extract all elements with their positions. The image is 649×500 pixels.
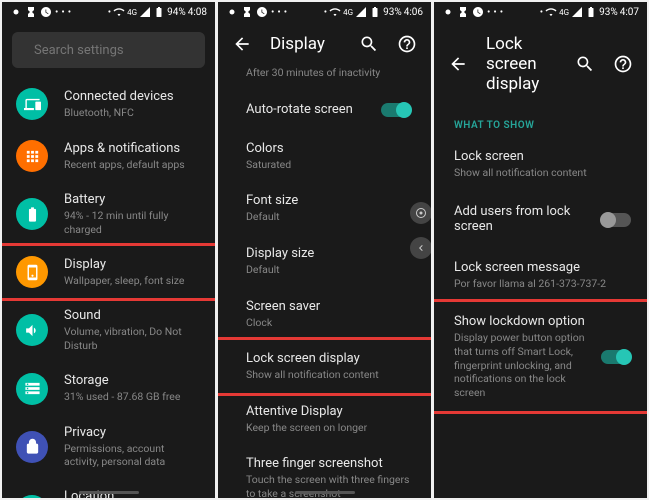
settings-item-sound[interactable]: Sound Volume, vibration, Do Not Disturb — [2, 298, 215, 362]
item-title: Lock screen message — [454, 260, 631, 275]
search-icon[interactable] — [575, 54, 595, 74]
display-item[interactable]: Auto-rotate screen — [218, 91, 431, 130]
item-sub: Show all notification content — [454, 166, 631, 180]
wifi-icon — [113, 6, 125, 18]
lockscreen-item[interactable]: Add users from lock screen — [434, 192, 647, 248]
display-icon — [16, 256, 48, 288]
item-title: Apps & notifications — [64, 141, 201, 156]
item-sub: Default — [246, 263, 411, 277]
sound-icon — [16, 314, 48, 346]
status-bar: ••• • 4G 94% 4:08 — [2, 2, 215, 22]
settings-item-display[interactable]: Display Wallpaper, sleep, font size — [2, 243, 215, 301]
item-sub: 31% used - 87.68 GB free — [64, 390, 201, 404]
section-header: WHAT TO SHOW — [434, 106, 647, 137]
page-title: Display — [270, 34, 341, 54]
scroll-indicator — [79, 491, 139, 494]
item-title: Storage — [64, 373, 201, 388]
apps-icon — [16, 140, 48, 172]
lockscreen-list: Lock screen Show all notification content… — [434, 137, 647, 498]
item-title: Battery — [64, 192, 201, 207]
item-title: Colors — [246, 141, 411, 156]
lockscreen-item[interactable]: Show lockdown option Display power button… — [434, 299, 647, 414]
battery-icon — [16, 198, 48, 230]
display-item[interactable]: Display size Default — [218, 235, 431, 288]
scroll-indicator — [295, 491, 355, 494]
location-icon — [16, 495, 48, 498]
edge-chevron-icon[interactable] — [410, 237, 431, 259]
item-sub: Bluetooth, NFC — [64, 106, 201, 120]
item-title: Connected devices — [64, 89, 201, 104]
settings-item-battery[interactable]: Battery 94% - 12 min until fully charged — [2, 182, 215, 246]
settings-item-apps[interactable]: Apps & notifications Recent apps, default… — [2, 130, 215, 182]
item-sub: After 30 minutes of inactivity — [246, 66, 411, 80]
item-title: Add users from lock screen — [454, 204, 585, 234]
item-sub: Default — [246, 210, 411, 224]
item-sub: Por favor llama al 261-373-737-2 — [454, 277, 631, 291]
back-icon[interactable] — [232, 34, 252, 54]
toggle-switch[interactable] — [601, 213, 631, 227]
back-icon[interactable] — [448, 54, 468, 74]
battery-icon — [153, 6, 165, 18]
status-bar: ••• • 4G 93% 4:06 — [218, 2, 431, 22]
privacy-icon — [16, 431, 48, 463]
search-bar[interactable] — [12, 32, 205, 68]
item-title: Lock screen — [454, 149, 631, 164]
lockscreen-item[interactable]: Lock screen Show all notification content — [434, 137, 647, 192]
item-title: Display — [64, 257, 201, 272]
item-sub: Touch the screen with three fingers to t… — [246, 473, 411, 498]
phone-lockscreen: ••• • 4G 93% 4:07 Lock screen display WH… — [434, 2, 647, 498]
storage-icon — [16, 373, 48, 405]
toggle-switch[interactable] — [601, 350, 631, 364]
display-item[interactable]: Lock screen display Show all notification… — [218, 337, 431, 396]
item-sub: Volume, vibration, Do Not Disturb — [64, 325, 201, 352]
devices-icon — [16, 88, 48, 120]
edge-camera-icon[interactable] — [410, 202, 431, 224]
settings-item-storage[interactable]: Storage 31% used - 87.68 GB free — [2, 363, 215, 415]
lockscreen-item[interactable]: Lock screen message Por favor llama al 26… — [434, 248, 647, 303]
item-sub: Clock — [246, 316, 411, 330]
item-title: Sound — [64, 308, 201, 323]
help-icon[interactable] — [613, 54, 633, 74]
item-title: Lock screen display — [246, 351, 411, 366]
header: Display — [218, 22, 431, 66]
item-sub: Keep the screen on longer — [246, 421, 411, 435]
display-list: Screen timeoutAfter 30 minutes of inacti… — [218, 66, 431, 498]
phone-display: ••• • 4G 93% 4:06 Display Screen timeout… — [218, 2, 431, 498]
display-item[interactable]: Screen timeoutAfter 30 minutes of inacti… — [218, 66, 431, 91]
page-title: Lock screen display — [486, 34, 557, 94]
item-sub: 94% - 12 min until fully charged — [64, 209, 201, 236]
display-item[interactable]: Screen saver Clock — [218, 288, 431, 341]
signal-icon — [139, 6, 151, 18]
item-title: Screen saver — [246, 299, 411, 314]
search-input[interactable] — [34, 43, 200, 58]
toggle-switch[interactable] — [381, 103, 411, 117]
display-item[interactable]: Font size Default — [218, 182, 431, 235]
item-sub: Recent apps, default apps — [64, 158, 201, 172]
search-icon[interactable] — [359, 34, 379, 54]
item-sub: Display power button option that turns o… — [454, 331, 585, 399]
item-title: Three finger screenshot — [246, 456, 411, 471]
item-sub: Wallpaper, sleep, font size — [64, 274, 201, 288]
display-item[interactable]: Colors Saturated — [218, 130, 431, 183]
item-sub: Show all notification content — [246, 368, 411, 382]
settings-item-devices[interactable]: Connected devices Bluetooth, NFC — [2, 78, 215, 130]
item-title: Font size — [246, 193, 411, 208]
header: Lock screen display — [434, 22, 647, 106]
item-sub: Saturated — [246, 158, 411, 172]
item-title: Auto-rotate screen — [246, 102, 365, 117]
settings-list: Connected devices Bluetooth, NFC Apps & no… — [2, 78, 215, 498]
settings-item-privacy[interactable]: Privacy Permissions, account activity, pe… — [2, 415, 215, 479]
display-item[interactable]: Attentive Display Keep the screen on long… — [218, 393, 431, 446]
status-bar: ••• • 4G 93% 4:07 — [434, 2, 647, 22]
item-title: Privacy — [64, 425, 201, 440]
settings-item-location[interactable]: LocationOn - 12 apps have access to loca… — [2, 479, 215, 498]
phone-settings: ••• • 4G 94% 4:08 Connected devices Bluet… — [2, 2, 215, 498]
item-title: Attentive Display — [246, 404, 411, 419]
item-title: Show lockdown option — [454, 314, 585, 329]
help-icon[interactable] — [397, 34, 417, 54]
item-sub: Permissions, account activity, personal … — [64, 442, 201, 469]
item-title: Display size — [246, 246, 411, 261]
